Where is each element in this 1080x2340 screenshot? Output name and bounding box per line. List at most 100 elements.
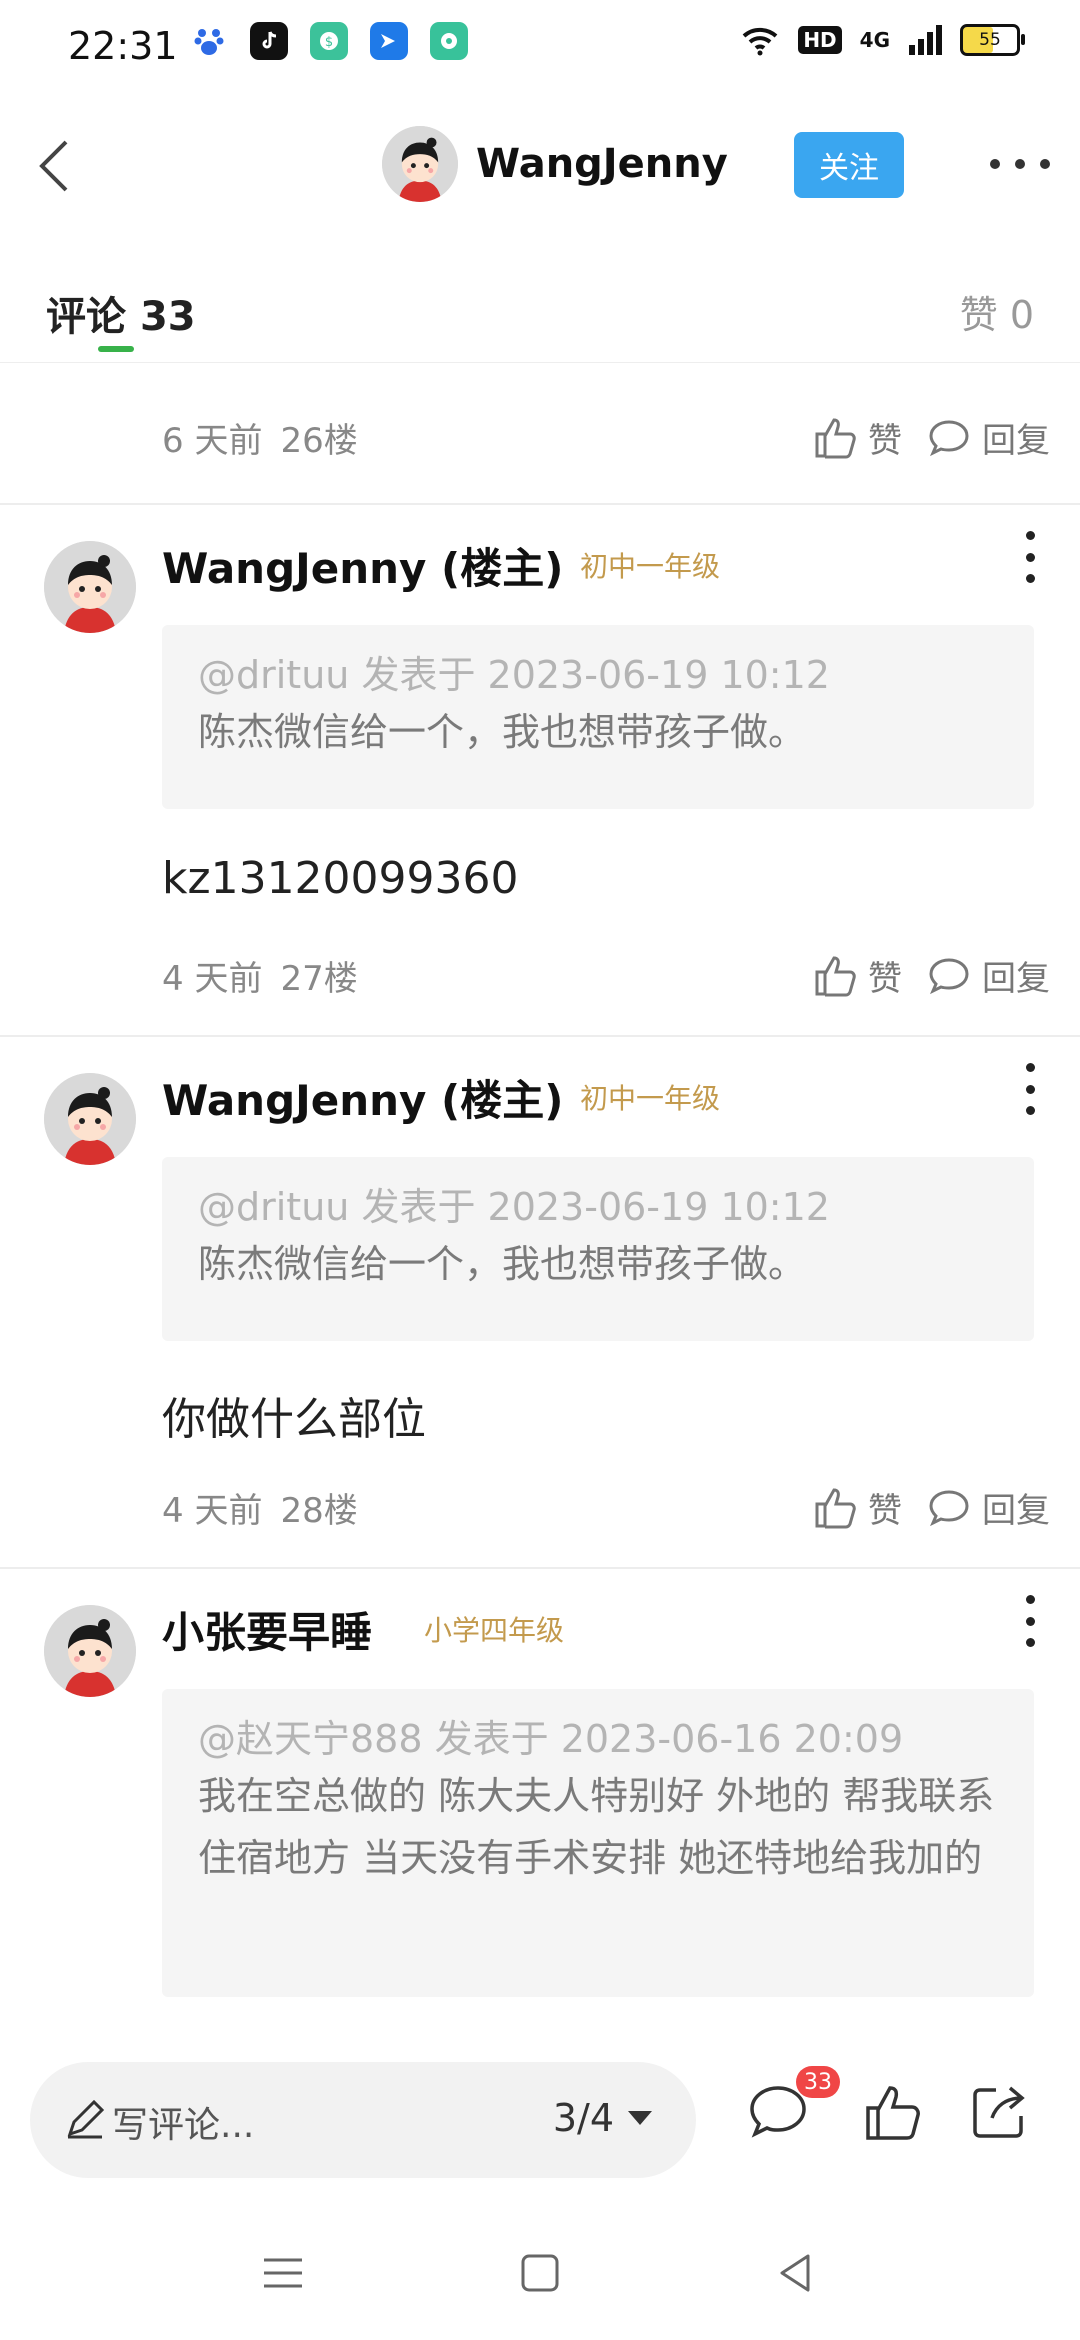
- comment-floor: 26楼: [280, 420, 358, 461]
- cutoff-comment-text: ···: [520, 363, 556, 383]
- author-grade-badge: 初中一年级: [580, 1082, 721, 1115]
- like-label: 赞: [868, 958, 902, 999]
- comment-more-button[interactable]: [1020, 531, 1040, 583]
- like-button[interactable]: 赞: [812, 951, 902, 1000]
- comment-item: WangJenny (楼主) 初中一年级 @drituu 发表于 2023-06…: [0, 505, 1080, 1035]
- comment-list[interactable]: ··· 6 天前 26楼 赞 回复 WangJenny (楼主) 初中一年级 @…: [0, 363, 1080, 2028]
- quoted-comment[interactable]: @drituu 发表于 2023-06-19 10:12 陈杰微信给一个，我也想…: [162, 1157, 1034, 1341]
- comment-author[interactable]: WangJenny (楼主): [162, 1067, 563, 1128]
- quote-header: @赵天宁888 发表于 2023-06-16 20:09: [198, 1717, 904, 1761]
- quote-body: 我在空总做的 陈大夫人特别好 外地的 帮我联系住宿地方 当天没有手术安排 她还特…: [198, 1774, 995, 1880]
- quote-body: 陈杰微信给一个，我也想带孩子做。: [198, 710, 807, 754]
- comment-bubble-icon: [929, 1490, 969, 1527]
- comment-more-button[interactable]: [1020, 1063, 1040, 1115]
- signal-icon: [909, 25, 942, 55]
- follow-button[interactable]: 关注: [794, 132, 904, 198]
- comment-item: WangJenny (楼主) 初中一年级 @drituu 发表于 2023-06…: [0, 1037, 1080, 1567]
- bottom-action-bar: 写评论... 3/4 33: [0, 2028, 1080, 2208]
- back-triangle-icon[interactable]: [772, 2248, 822, 2298]
- comment-meta-row: 6 天前 26楼 赞 回复: [162, 407, 1050, 467]
- battery-indicator: 55: [960, 24, 1025, 56]
- comment-author[interactable]: 小张要早睡: [162, 1599, 372, 1660]
- comment-body: 你做什么部位: [162, 1394, 426, 1445]
- money-app-icon: $: [310, 22, 348, 60]
- baidu-paw-icon: [190, 22, 228, 60]
- thumbs-up-icon: [815, 418, 856, 459]
- quote-header: @drituu 发表于 2023-06-19 10:12: [198, 1185, 830, 1229]
- comment-bubble-icon: [929, 958, 969, 995]
- comment-author[interactable]: WangJenny (楼主): [162, 535, 563, 596]
- reply-label: 回复: [982, 958, 1050, 999]
- home-square-icon[interactable]: [515, 2248, 565, 2298]
- status-indicators: HD 4G 55: [740, 24, 1025, 56]
- chat-app-icon: [430, 22, 468, 60]
- page-selector[interactable]: 3/4: [553, 2096, 652, 2140]
- caret-down-icon: [628, 2111, 652, 2125]
- quoted-comment[interactable]: @赵天宁888 发表于 2023-06-16 20:09 我在空总做的 陈大夫人…: [162, 1689, 1034, 1997]
- system-nav-bar: [0, 2208, 1080, 2340]
- avatar[interactable]: [44, 1073, 136, 1165]
- thumbs-up-icon: [815, 956, 856, 997]
- comment-time: 4 天前: [162, 958, 263, 999]
- quote-body: 陈杰微信给一个，我也想带孩子做。: [198, 1242, 807, 1286]
- menu-icon[interactable]: [258, 2248, 308, 2298]
- page-indicator: 3/4: [552, 2096, 614, 2140]
- share-icon[interactable]: [966, 2080, 1030, 2144]
- more-dot-icon: [1040, 159, 1050, 169]
- reply-button[interactable]: 回复: [926, 1483, 1050, 1532]
- douyin-icon: [250, 22, 288, 60]
- pencil-icon: [67, 2099, 105, 2139]
- status-time: 22:31: [68, 24, 178, 68]
- comment-time: 6 天前: [162, 420, 263, 461]
- tab-likes[interactable]: 赞 0: [960, 284, 1034, 339]
- more-options-button[interactable]: [990, 144, 1050, 184]
- active-tab-indicator: [98, 346, 134, 352]
- comment-tabs: 评论 33 赞 0: [0, 266, 1080, 363]
- more-dot-icon: [990, 159, 1000, 169]
- hd-badge: HD: [798, 26, 842, 54]
- comment-time: 4 天前: [162, 1490, 263, 1531]
- header-user[interactable]: WangJenny: [382, 126, 728, 202]
- post-header: WangJenny 关注: [0, 96, 1080, 236]
- comment-floor: 28楼: [280, 1490, 358, 1531]
- comment-bubble-icon: [929, 420, 969, 457]
- avatar[interactable]: [44, 541, 136, 633]
- author-grade-badge: 小学四年级: [424, 1614, 565, 1647]
- like-label: 赞: [868, 420, 902, 461]
- status-bar: 22:31 $ HD 4G 55: [0, 0, 1080, 96]
- chevron-left-icon: [39, 140, 68, 192]
- quoted-comment[interactable]: @drituu 发表于 2023-06-19 10:12 陈杰微信给一个，我也想…: [162, 625, 1034, 809]
- author-grade-badge: 初中一年级: [580, 550, 721, 583]
- like-button[interactable]: 赞: [812, 1483, 902, 1532]
- thumbs-up-icon[interactable]: [860, 2080, 924, 2144]
- comment-count-badge: 33: [796, 2066, 840, 2098]
- header-avatar: [382, 126, 458, 202]
- comment-meta-row: 4 天前 27楼 赞 回复: [162, 945, 1050, 1005]
- status-app-icons: $: [190, 22, 468, 60]
- reply-label: 回复: [982, 420, 1050, 461]
- tab-comments[interactable]: 评论 33: [46, 284, 196, 342]
- network-label: 4G: [859, 28, 890, 52]
- comment-meta-row: 4 天前 28楼 赞 回复: [162, 1477, 1050, 1537]
- battery-level: 55: [979, 30, 1001, 50]
- write-comment-placeholder: 写评论...: [112, 2105, 255, 2146]
- more-dot-icon: [1015, 159, 1025, 169]
- thumbs-up-icon: [815, 1488, 856, 1529]
- feishu-icon: [370, 22, 408, 60]
- write-comment-input[interactable]: 写评论... 3/4: [30, 2062, 696, 2178]
- comment-floor: 27楼: [280, 958, 358, 999]
- tab-comments-label: 评论: [46, 294, 126, 340]
- comment-body: kz13120099360: [162, 853, 519, 904]
- reply-label: 回复: [982, 1490, 1050, 1531]
- wifi-icon: [742, 27, 778, 56]
- comment-more-button[interactable]: [1020, 1595, 1040, 1647]
- tab-comments-count: 33: [139, 294, 196, 340]
- avatar[interactable]: [44, 1605, 136, 1697]
- reply-button[interactable]: 回复: [926, 951, 1050, 1000]
- like-button[interactable]: 赞: [812, 413, 902, 462]
- quote-header: @drituu 发表于 2023-06-19 10:12: [198, 653, 830, 697]
- back-button[interactable]: [28, 136, 88, 196]
- reply-button[interactable]: 回复: [926, 413, 1050, 462]
- like-label: 赞: [868, 1490, 902, 1531]
- comment-item: 小张要早睡 小学四年级 @赵天宁888 发表于 2023-06-16 20:09…: [0, 1569, 1080, 2028]
